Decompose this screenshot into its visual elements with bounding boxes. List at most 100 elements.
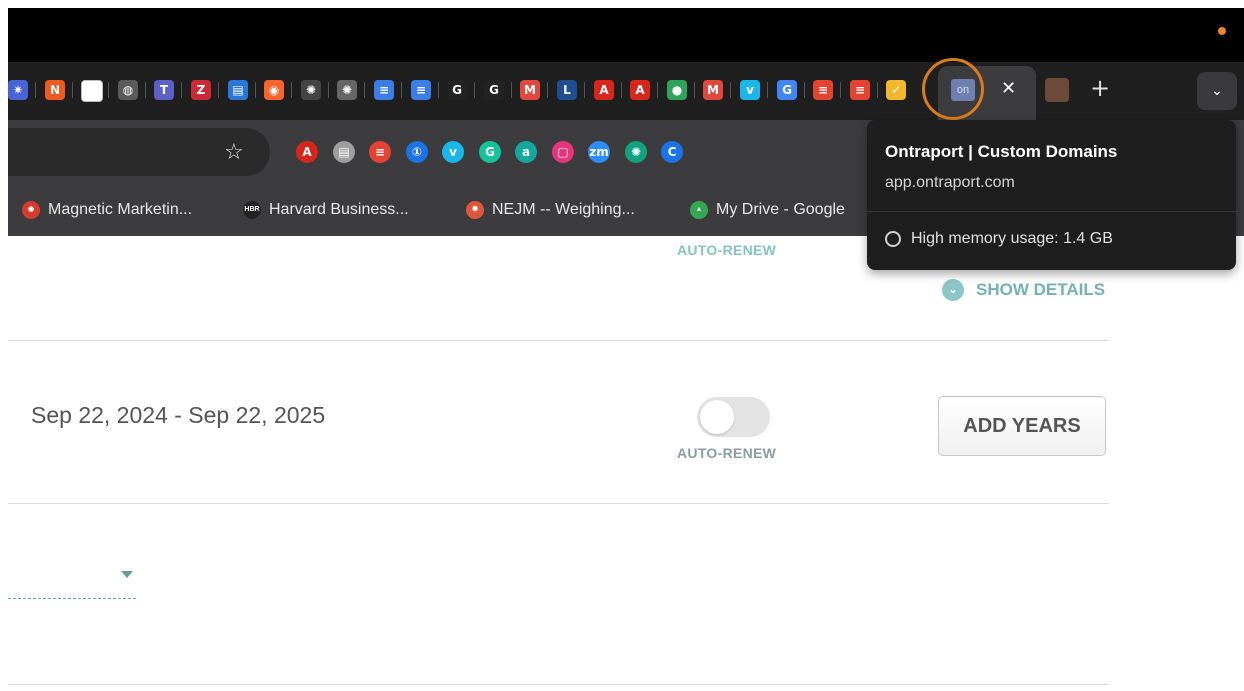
tab-separator [218, 82, 219, 98]
slides-tab-icon[interactable]: ▤ [228, 80, 248, 100]
chatgpt-alt-tab-icon[interactable]: ✺ [337, 80, 357, 100]
document-extension-icon[interactable]: ▤ [333, 141, 355, 163]
gauge-icon [885, 231, 901, 247]
tab-hover-card: Ontraport | Custom Domains app.ontraport… [867, 120, 1236, 270]
tab-separator [657, 82, 658, 98]
bookmark-my-drive[interactable]: ▲ My Drive - Google [690, 200, 845, 220]
todoist-alt-tab-icon[interactable]: ≡ [850, 80, 870, 100]
tab-separator [291, 82, 292, 98]
hover-card-url: app.ontraport.com [885, 174, 1015, 191]
1password-extension-icon[interactable]: ① [406, 141, 428, 163]
grammarly-extension-icon[interactable]: G [479, 141, 501, 163]
window-frame-top [0, 0, 1244, 8]
tab-separator [840, 82, 841, 98]
tab-separator [145, 82, 146, 98]
new-tab-button[interactable]: + [1090, 74, 1110, 102]
docs-tab-icon[interactable]: ≡ [374, 80, 394, 100]
chatgpt-extension-icon[interactable]: ✺ [625, 141, 647, 163]
add-years-button[interactable]: ADD YEARS [938, 396, 1106, 456]
acrobat-tab-icon[interactable]: A [594, 80, 614, 100]
tab-separator [255, 82, 256, 98]
linkedin-tab-icon[interactable]: L [557, 80, 577, 100]
pink-square-extension-icon[interactable]: ▢ [552, 141, 574, 163]
a-extension-icon[interactable]: a [515, 141, 537, 163]
gmail-alt-tab-icon[interactable]: M [703, 80, 723, 100]
bookmark-label: My Drive - Google [716, 201, 845, 218]
bookmark-nejm-icon: ✺ [466, 201, 484, 219]
bookmark-star-icon[interactable]: ☆ [224, 140, 244, 165]
divider [8, 340, 1109, 341]
memory-usage-row: High memory usage: 1.4 GB [885, 230, 1113, 248]
bookmark-nejm[interactable]: ✺ NEJM -- Weighing... [466, 200, 635, 220]
dropdown-field-underline[interactable] [8, 598, 136, 599]
google-tab-icon[interactable]: G [777, 80, 797, 100]
tab-separator [401, 82, 402, 98]
g-white-tab-icon[interactable]: G [484, 80, 504, 100]
bookmark-label: Magnetic Marketin... [48, 201, 193, 218]
auto-renew-label-top: AUTO-RENEW [677, 242, 777, 258]
tab-separator [72, 82, 73, 98]
profile-photo-tab-icon[interactable] [1045, 78, 1069, 102]
tab-separator [438, 82, 439, 98]
subscription-date-range: Sep 22, 2024 - Sep 22, 2025 [31, 402, 326, 428]
tab-separator [621, 82, 622, 98]
colorful-circle-tab-icon[interactable]: ● [667, 80, 687, 100]
todoist-tab-icon[interactable]: ≡ [813, 80, 833, 100]
bookmark-harvard-business-icon: HBR [243, 201, 261, 219]
c-extension-icon[interactable]: C [661, 141, 683, 163]
tab-separator [877, 82, 878, 98]
acrobat-alt-tab-icon[interactable]: A [630, 80, 650, 100]
tab-separator [804, 82, 805, 98]
tab-separator [511, 82, 512, 98]
tab-separator [584, 82, 585, 98]
bookmark-magnetic-marketing-icon: ◉ [22, 201, 40, 219]
chevron-down-icon: ⌄ [942, 279, 964, 301]
todoist-extension-icon[interactable]: ≡ [369, 141, 391, 163]
acrobat-extension-icon[interactable]: A [296, 141, 318, 163]
tab-separator [181, 82, 182, 98]
bookmark-label: Harvard Business... [269, 201, 409, 218]
divider [8, 684, 1109, 685]
close-tab-button[interactable]: ✕ [1001, 78, 1016, 99]
vimeo-tab-icon[interactable]: v [740, 80, 760, 100]
checklist-tab-icon[interactable]: ✓ [886, 80, 906, 100]
tab-highlight-ring [922, 58, 984, 120]
divider [8, 503, 1109, 504]
bookmark-harvard-business[interactable]: HBR Harvard Business... [243, 200, 409, 220]
white-doc-tab-icon[interactable] [81, 80, 103, 102]
orange-n-tab-icon[interactable]: N [45, 80, 65, 100]
hover-card-title: Ontraport | Custom Domains [885, 142, 1118, 161]
memory-usage-text: High memory usage: 1.4 GB [911, 230, 1113, 247]
dropdown-caret-icon[interactable] [121, 571, 133, 578]
bookmark-label: NEJM -- Weighing... [492, 201, 635, 218]
zotero-tab-icon[interactable]: Z [191, 80, 211, 100]
bookmark-magnetic-marketing[interactable]: ◉ Magnetic Marketin... [22, 200, 192, 220]
gmail-tab-icon[interactable]: M [520, 80, 540, 100]
docs-alt-tab-icon[interactable]: ≡ [411, 80, 431, 100]
globe-tab-icon[interactable]: ◍ [118, 80, 138, 100]
semrush-tab-icon[interactable]: ◉ [264, 80, 284, 100]
window-titlebar [8, 8, 1244, 62]
tab-separator [547, 82, 548, 98]
g-yellow-tab-icon[interactable]: G [447, 80, 467, 100]
tab-separator [474, 82, 475, 98]
tab-separator [328, 82, 329, 98]
vimeo-extension-icon[interactable]: v [442, 141, 464, 163]
tab-separator [35, 82, 36, 98]
tab-separator [364, 82, 365, 98]
asterisk-tab-icon[interactable]: ✷ [8, 80, 28, 100]
auto-renew-label: AUTO-RENEW [677, 445, 777, 461]
tab-search-button[interactable]: ⌄ [1197, 72, 1237, 110]
show-details-label: SHOW DETAILS [976, 280, 1106, 299]
tab-separator [730, 82, 731, 98]
show-details-link[interactable]: ⌄ SHOW DETAILS [942, 279, 1105, 301]
window-frame-left [0, 0, 8, 691]
chatgpt-tab-icon[interactable]: ✺ [301, 80, 321, 100]
hover-card-divider [867, 211, 1236, 212]
tab-separator [767, 82, 768, 98]
recording-indicator-dot [1218, 27, 1226, 35]
teams-tab-icon[interactable]: T [154, 80, 174, 100]
tab-separator [108, 82, 109, 98]
zoom-extension-icon[interactable]: zm [588, 141, 610, 163]
tab-separator [694, 82, 695, 98]
